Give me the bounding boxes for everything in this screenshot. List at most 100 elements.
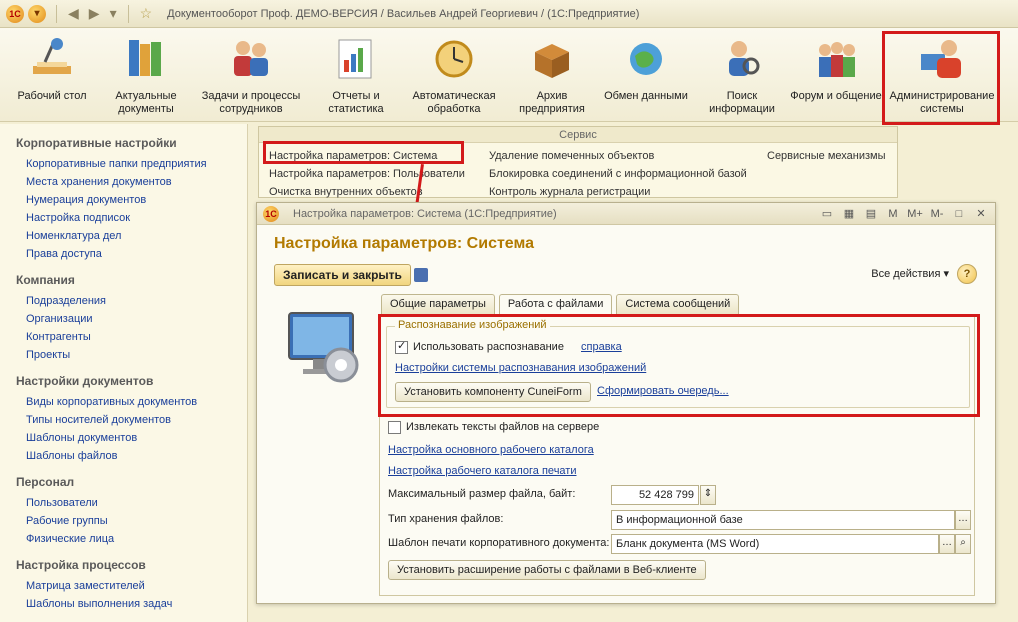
- calculator-icon[interactable]: ▦: [841, 206, 857, 222]
- print-template-select-button[interactable]: …: [939, 534, 955, 554]
- sidebar-item[interactable]: Нумерация документов: [26, 191, 247, 209]
- save-disk-icon[interactable]: [414, 268, 428, 282]
- forward-icon[interactable]: ▶: [89, 5, 100, 22]
- binders-icon: [121, 34, 171, 84]
- service-item-mechanisms[interactable]: Сервисные механизмы: [767, 147, 886, 165]
- doc-icon[interactable]: ▭: [819, 206, 835, 222]
- sidebar-item[interactable]: Физические лица: [26, 530, 247, 548]
- sidebar-group-documents: Настройки документов Виды корпоративных …: [16, 374, 247, 465]
- admin-highlight-frame: [882, 31, 1000, 125]
- separator: [127, 4, 129, 23]
- main-catalog-link[interactable]: Настройка основного рабочего каталога: [388, 444, 594, 456]
- service-item-user-params[interactable]: Настройка параметров: Пользователи: [269, 165, 465, 183]
- sidebar-item[interactable]: Шаблоны выполнения задач: [26, 595, 247, 613]
- section-archive[interactable]: Архив предприятия: [504, 34, 600, 116]
- section-search[interactable]: Поиск информации: [694, 34, 790, 116]
- sidebar-item[interactable]: Рабочие группы: [26, 512, 247, 530]
- search-person-icon: [717, 34, 767, 84]
- close-icon[interactable]: ✕: [973, 206, 989, 222]
- dialog-title: Настройка параметров: Система: [274, 235, 535, 252]
- memory-plus-icon[interactable]: M+: [907, 206, 923, 222]
- sections-toolbar: Рабочий стол Актуальные документы Задачи…: [0, 28, 1018, 122]
- sidebar-item[interactable]: Места хранения документов: [26, 173, 247, 191]
- clock-icon: [429, 34, 479, 84]
- globe-exchange-icon: [621, 34, 671, 84]
- extract-texts-checkbox[interactable]: [388, 421, 401, 434]
- tabs: Общие параметры Работа с файлами Система…: [381, 294, 743, 315]
- max-size-stepper[interactable]: ⇕: [700, 485, 716, 505]
- storage-type-input[interactable]: В информационной базе: [611, 510, 955, 530]
- sidebar-item[interactable]: Организации: [26, 310, 247, 328]
- sidebar-item[interactable]: Проекты: [26, 346, 247, 364]
- dialog-controls: ▭ ▦ ▤ M M+ M- □ ✕: [813, 206, 995, 222]
- section-auto-processing[interactable]: Автоматическая обработка: [404, 34, 504, 116]
- section-tasks-processes[interactable]: Задачи и процессы сотрудников: [196, 34, 306, 116]
- service-highlight-frame: [263, 141, 464, 164]
- separator: [56, 4, 57, 23]
- storage-type-label: Тип хранения файлов:: [388, 513, 504, 525]
- print-template-open-icon[interactable]: ⌕: [955, 534, 971, 554]
- sidebar-group-company: Компания Подразделения Организации Контр…: [16, 273, 247, 364]
- sidebar-item[interactable]: Номенклатура дел: [26, 227, 247, 245]
- app-logo-icon[interactable]: 1С: [6, 4, 24, 23]
- sidebar-item[interactable]: Подразделения: [26, 292, 247, 310]
- sidebar-item[interactable]: Контрагенты: [26, 328, 247, 346]
- sidebar-item[interactable]: Корпоративные папки предприятия: [26, 155, 247, 173]
- service-item-cleanup[interactable]: Очистка внутренних объектов: [269, 183, 465, 201]
- print-template-input[interactable]: Бланк документа (MS Word): [611, 534, 939, 554]
- dialog-title-bar: 1С Настройка параметров: Система (1С:Пре…: [257, 203, 995, 225]
- forum-people-icon: [811, 34, 861, 84]
- sidebar-item[interactable]: Права доступа: [26, 245, 247, 263]
- sidebar-item[interactable]: Виды корпоративных документов: [26, 393, 247, 411]
- service-col-2: Удаление помеченных объектов Блокировка …: [489, 147, 747, 201]
- archive-box-icon: [527, 34, 577, 84]
- sidebar: Корпоративные настройки Корпоративные па…: [0, 124, 248, 622]
- history-dropdown-icon[interactable]: ▾: [110, 5, 117, 22]
- save-close-button[interactable]: Записать и закрыть: [274, 264, 411, 286]
- storage-type-select-button[interactable]: …: [955, 510, 971, 530]
- section-actual-documents[interactable]: Актуальные документы: [98, 34, 194, 116]
- service-item-delete-marked[interactable]: Удаление помеченных объектов: [489, 147, 747, 165]
- dialog-bar-title: Настройка параметров: Система (1С:Предпр…: [293, 207, 557, 220]
- sidebar-item[interactable]: Типы носителей документов: [26, 411, 247, 429]
- sidebar-item[interactable]: Шаблоны файлов: [26, 447, 247, 465]
- tab-messages[interactable]: Система сообщений: [616, 294, 740, 314]
- window-title: Документооборот Проф. ДЕМО-ВЕРСИЯ / Васи…: [167, 7, 640, 20]
- recognition-highlight-frame: [378, 314, 980, 417]
- help-icon[interactable]: ?: [957, 264, 977, 284]
- all-actions-menu[interactable]: Все действия ▾: [871, 267, 949, 280]
- service-col-3: Сервисные механизмы: [767, 147, 886, 165]
- section-reports[interactable]: Отчеты и статистика: [308, 34, 404, 116]
- sidebar-item[interactable]: Шаблоны документов: [26, 429, 247, 447]
- back-icon[interactable]: ◀: [68, 5, 79, 22]
- main-menu-icon[interactable]: ▾: [28, 4, 46, 23]
- calendar-icon[interactable]: ▤: [863, 206, 879, 222]
- sidebar-item[interactable]: Матрица заместителей: [26, 577, 247, 595]
- extract-texts-label: Извлекать тексты файлов на сервере: [406, 421, 600, 433]
- install-web-extension-button[interactable]: Установить расширение работы с файлами в…: [388, 560, 706, 580]
- title-bar: 1С ▾ ◀ ▶ ▾ ☆ Документооборот Проф. ДЕМО-…: [0, 0, 1018, 28]
- print-catalog-link[interactable]: Настройка рабочего каталога печати: [388, 465, 576, 477]
- tab-general[interactable]: Общие параметры: [381, 294, 495, 314]
- people-icon: [226, 34, 276, 84]
- favorites-star-icon[interactable]: ☆: [140, 5, 153, 22]
- service-item-lock-connections[interactable]: Блокировка соединений с информационной б…: [489, 165, 747, 183]
- reports-icon: [331, 34, 381, 84]
- sidebar-group-corporate: Корпоративные настройки Корпоративные па…: [16, 136, 247, 263]
- max-size-label: Максимальный размер файла, байт:: [388, 488, 576, 500]
- section-forum[interactable]: Форум и общение: [788, 34, 884, 103]
- monitor-gear-icon: [285, 309, 365, 389]
- service-item-log-control[interactable]: Контроль журнала регистрации: [489, 183, 747, 201]
- sidebar-group-processes: Настройка процессов Матрица заместителей…: [16, 558, 247, 613]
- max-size-input[interactable]: 52 428 799: [611, 485, 699, 505]
- memory-icon[interactable]: M: [885, 206, 901, 222]
- maximize-icon[interactable]: □: [951, 206, 967, 222]
- section-data-exchange[interactable]: Обмен данными: [598, 34, 694, 103]
- desk-lamp-icon: [27, 34, 77, 84]
- memory-minus-icon[interactable]: M-: [929, 206, 945, 222]
- sidebar-item[interactable]: Настройка подписок: [26, 209, 247, 227]
- sidebar-item[interactable]: Пользователи: [26, 494, 247, 512]
- tab-files[interactable]: Работа с файлами: [498, 294, 613, 315]
- section-desktop[interactable]: Рабочий стол: [4, 34, 100, 103]
- dialog-logo-icon: 1С: [263, 205, 279, 222]
